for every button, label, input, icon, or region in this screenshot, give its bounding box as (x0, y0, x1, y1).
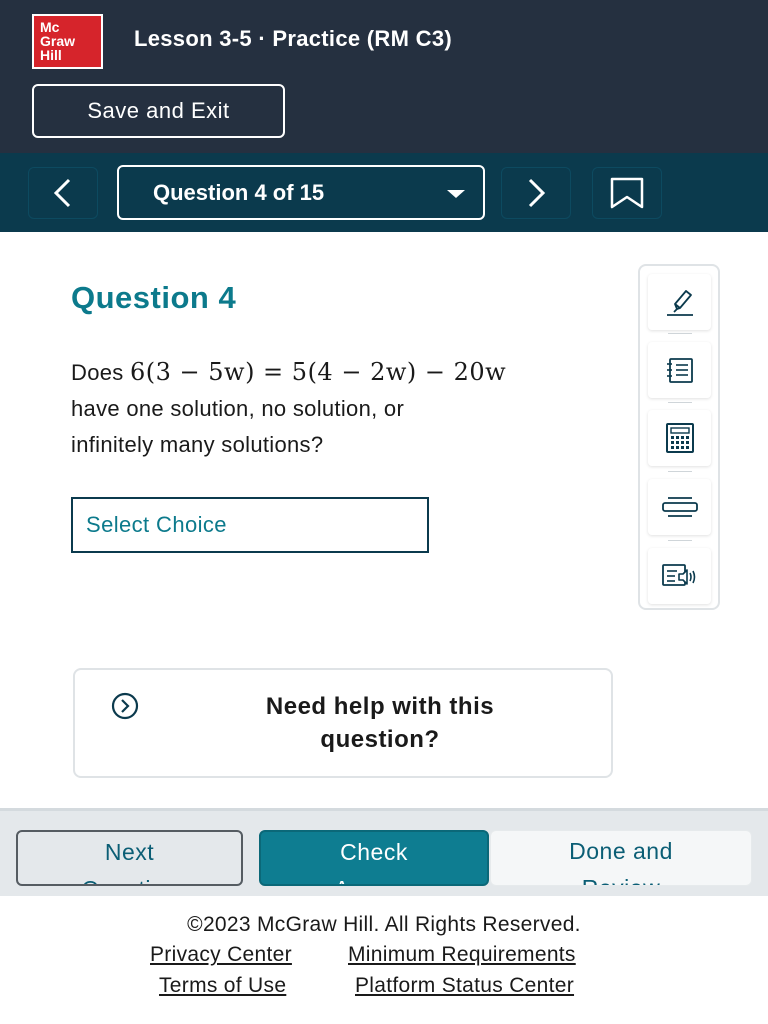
chevron-left-icon (53, 178, 71, 208)
question-selector-dropdown[interactable]: Question 4 of 15 (117, 165, 485, 220)
platform-status-center-link[interactable]: Platform Status Center (355, 974, 574, 998)
notepad-tool-button[interactable] (648, 342, 711, 398)
chevron-right-icon (528, 178, 546, 208)
chevron-circle-right-icon (111, 692, 139, 720)
calculator-tool-button[interactable] (648, 410, 711, 466)
check-label-line-2: Answer (334, 876, 414, 884)
bookmark-button[interactable] (592, 167, 662, 219)
highlighter-icon (666, 290, 693, 316)
next-label-line-1: Next (104, 839, 155, 865)
check-label-line-1: Check (340, 839, 408, 865)
tools-panel (638, 264, 720, 610)
toolbar-divider (668, 333, 692, 334)
question-equation: 6(3 − 5w) = 5(4 − 2w) − 20w (129, 358, 507, 386)
done-and-review-button[interactable]: Done and Review (490, 830, 752, 886)
lesson-title: Lesson 3-5 · Practice (RM C3) (134, 26, 453, 51)
text-to-speech-tool-button[interactable] (648, 548, 711, 604)
question-heading: Question 4 (71, 280, 237, 315)
question-line-3: infinitely many solutions? (71, 432, 324, 457)
next-question-arrow-button[interactable] (501, 167, 571, 219)
toolbar-divider (668, 402, 692, 403)
bookmark-icon (610, 177, 644, 209)
answer-select-dropdown[interactable]: Select Choice (71, 497, 429, 553)
need-help-panel[interactable]: Need help with this question? (73, 668, 613, 778)
question-text: Does 6(3 − 5w) = 5(4 − 2w) − 20w have on… (71, 354, 611, 463)
next-question-button[interactable]: Next Question (16, 830, 243, 886)
highlighter-tool-button[interactable] (648, 274, 711, 330)
select-placeholder: Select Choice (86, 512, 227, 537)
logo-line: Graw (40, 33, 76, 49)
logo-line: Mc (40, 19, 60, 35)
save-and-exit-button[interactable]: Save and Exit (32, 84, 285, 138)
line-reader-tool-button[interactable] (648, 479, 711, 535)
minimum-requirements-link[interactable]: Minimum Requirements (348, 943, 576, 967)
next-label-line-2: Question (81, 876, 177, 884)
mcgraw-hill-logo: Mc Graw Hill (32, 14, 103, 69)
done-label-line-1: Done and (569, 838, 673, 864)
copyright-text: ©2023 McGraw Hill. All Rights Reserved. (187, 913, 581, 936)
done-label-line-2: Review (582, 875, 660, 885)
question-prefix: Does (71, 360, 130, 385)
check-answer-button[interactable]: Check Answer (259, 830, 489, 886)
text-to-speech-icon (661, 564, 695, 586)
action-bar: Next Question Check Answer Done and Revi… (0, 808, 768, 896)
logo-line: Hill (40, 47, 62, 63)
question-selector-label: Question 4 of 15 (153, 179, 325, 205)
caret-down-icon (447, 190, 465, 198)
toolbar-divider (668, 540, 692, 541)
terms-of-use-link[interactable]: Terms of Use (159, 974, 286, 998)
app-header: Mc Graw Hill Lesson 3-5 · Practice (RM C… (0, 0, 768, 153)
page-footer: ©2023 McGraw Hill. All Rights Reserved. … (0, 896, 768, 1024)
toolbar-divider (668, 471, 692, 472)
line-reader-icon (661, 497, 698, 517)
question-navbar: Question 4 of 15 (0, 153, 768, 232)
question-line-2: have one solution, no solution, or (71, 396, 405, 421)
help-line-2: question? (320, 726, 440, 753)
calculator-icon (665, 423, 694, 453)
help-line-1: Need help with this (265, 693, 495, 720)
privacy-center-link[interactable]: Privacy Center (150, 943, 292, 967)
need-help-text: Need help with this question? (185, 690, 575, 756)
previous-question-button[interactable] (28, 167, 98, 219)
notepad-icon (666, 358, 693, 383)
